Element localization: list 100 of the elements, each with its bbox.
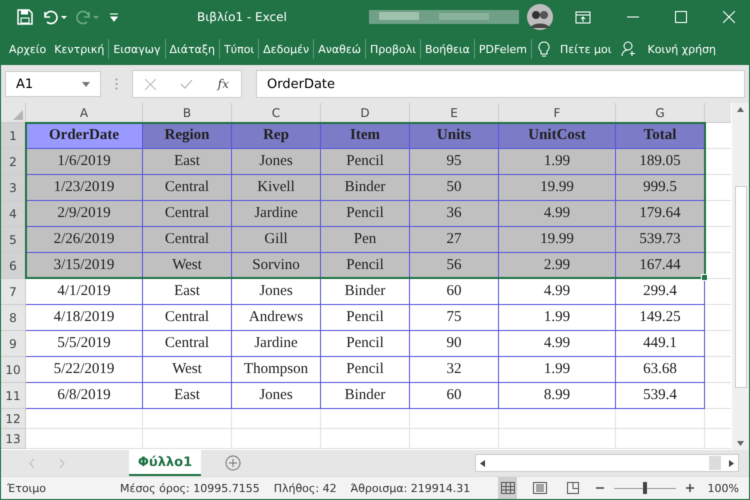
- row-header[interactable]: 9: [1, 331, 26, 357]
- table-cell: Pencil: [321, 149, 410, 175]
- table-cell: Jones: [232, 279, 321, 305]
- table-cell: Central: [143, 305, 232, 331]
- column-header[interactable]: A: [26, 103, 143, 123]
- avatar-icon[interactable]: [527, 4, 553, 30]
- table-cell: Central: [143, 227, 232, 253]
- table-cell: West: [143, 357, 232, 383]
- name-box[interactable]: A1: [5, 71, 101, 97]
- table-cell: 6/8/2019: [26, 383, 143, 409]
- table-cell: Thompson: [232, 357, 321, 383]
- table-cell: 5/22/2019: [26, 357, 143, 383]
- column-heading-cell: Region: [143, 123, 232, 149]
- column-header[interactable]: D: [321, 103, 410, 123]
- table-cell: 2.99: [499, 253, 616, 279]
- column-header[interactable]: E: [410, 103, 499, 123]
- table-cell: Sorvino: [232, 253, 321, 279]
- row-header[interactable]: 5: [1, 227, 26, 253]
- table-cell: Pencil: [321, 253, 410, 279]
- table-cell: 4.99: [499, 331, 616, 357]
- table-cell: 1/6/2019: [26, 149, 143, 175]
- vertical-scrollbar[interactable]: [732, 103, 749, 450]
- row-header[interactable]: 13: [1, 429, 26, 449]
- formula-field[interactable]: OrderDate: [256, 70, 745, 98]
- normal-view-icon[interactable]: [498, 477, 517, 499]
- ribbon-tab[interactable]: Κεντρική: [50, 37, 108, 61]
- save-icon[interactable]: [17, 9, 33, 25]
- row-header[interactable]: 11: [1, 383, 26, 409]
- table-cell: 27: [410, 227, 499, 253]
- table-cell: 179.64: [616, 201, 705, 227]
- table-cell: 539.73: [616, 227, 705, 253]
- row-header[interactable]: 3: [1, 175, 26, 201]
- row-header[interactable]: 1: [1, 123, 26, 149]
- row-header[interactable]: 12: [1, 409, 26, 429]
- tell-me-field[interactable]: Πείτε μοι: [556, 37, 616, 61]
- ribbon-tab[interactable]: PDFelem: [474, 37, 532, 61]
- column-header[interactable]: C: [232, 103, 321, 123]
- column-heading-cell: Rep: [232, 123, 321, 149]
- column-header[interactable]: G: [616, 103, 705, 123]
- table-cell: 90: [410, 331, 499, 357]
- scroll-left-icon[interactable]: [480, 460, 485, 466]
- row-header[interactable]: 6: [1, 253, 26, 279]
- ribbon-tab[interactable]: Προβολι: [366, 37, 420, 61]
- zoom-level: 100%: [708, 482, 740, 494]
- zoom-in-icon[interactable]: [686, 484, 694, 492]
- row-header[interactable]: 8: [1, 305, 26, 331]
- ribbon-tab[interactable]: Αρχείο: [5, 37, 50, 61]
- column-header[interactable]: F: [499, 103, 616, 123]
- ribbon-display-icon[interactable]: [575, 10, 591, 24]
- table-cell: Binder: [321, 383, 410, 409]
- person-add-icon[interactable]: [621, 41, 638, 57]
- column-heading-cell: OrderDate: [26, 123, 143, 149]
- table-cell: Central: [143, 175, 232, 201]
- ribbon-tab[interactable]: Εισαγωγ: [109, 37, 164, 61]
- sum-text: Άθροισμα: 219914.31: [350, 482, 470, 494]
- ribbon-tab[interactable]: Διάταξη: [166, 37, 219, 61]
- column-heading-cell: Item: [321, 123, 410, 149]
- sheet-tab[interactable]: Φύλλο1: [129, 450, 201, 476]
- row-header[interactable]: 7: [1, 279, 26, 305]
- share-button[interactable]: Κοινή χρήση: [643, 37, 720, 61]
- table-cell: 1/23/2019: [26, 175, 143, 201]
- scroll-right-icon[interactable]: [729, 460, 734, 466]
- customize-icon[interactable]: [109, 12, 119, 22]
- maximize-icon[interactable]: [675, 11, 687, 23]
- table-cell: 539.4: [616, 383, 705, 409]
- column-header[interactable]: B: [143, 103, 232, 123]
- lightbulb-icon[interactable]: [538, 40, 550, 58]
- table-cell: 3/15/2019: [26, 253, 143, 279]
- table-cell: 8.99: [499, 383, 616, 409]
- table-cell: 56: [410, 253, 499, 279]
- row-header[interactable]: 2: [1, 149, 26, 175]
- horizontal-scrollbar[interactable]: [475, 454, 739, 472]
- ribbon-tab[interactable]: Δεδομέν: [259, 37, 314, 61]
- row-header[interactable]: 10: [1, 357, 26, 383]
- table-cell: Binder: [321, 175, 410, 201]
- table-cell: East: [143, 149, 232, 175]
- row-header[interactable]: 4: [1, 201, 26, 227]
- table-cell: 4.99: [499, 279, 616, 305]
- undo-icon[interactable]: [41, 9, 67, 25]
- insert-function-button[interactable]: fx: [218, 77, 229, 91]
- close-icon[interactable]: [723, 11, 735, 23]
- table-cell: 95: [410, 149, 499, 175]
- table-cell: 2/9/2019: [26, 201, 143, 227]
- add-sheet-icon[interactable]: [225, 455, 241, 471]
- average-text: Μέσος όρος: 10995.7155: [120, 482, 260, 494]
- table-cell: 167.44: [616, 253, 705, 279]
- ribbon-tab[interactable]: Τύποι: [220, 37, 258, 61]
- table-cell: West: [143, 253, 232, 279]
- table-cell: 149.25: [616, 305, 705, 331]
- table-cell: Pencil: [321, 331, 410, 357]
- table-cell: 19.99: [499, 227, 616, 253]
- table-cell: 1.99: [499, 149, 616, 175]
- ribbon-tab[interactable]: Βοήθεια: [420, 37, 474, 61]
- table-cell: 63.68: [616, 357, 705, 383]
- table-cell: Central: [143, 201, 232, 227]
- table-cell: 36: [410, 201, 499, 227]
- table-cell: Jones: [232, 149, 321, 175]
- table-cell: Jardine: [232, 331, 321, 357]
- ribbon-tab[interactable]: Αναθεώ: [314, 37, 365, 61]
- table-cell: 4/18/2019: [26, 305, 143, 331]
